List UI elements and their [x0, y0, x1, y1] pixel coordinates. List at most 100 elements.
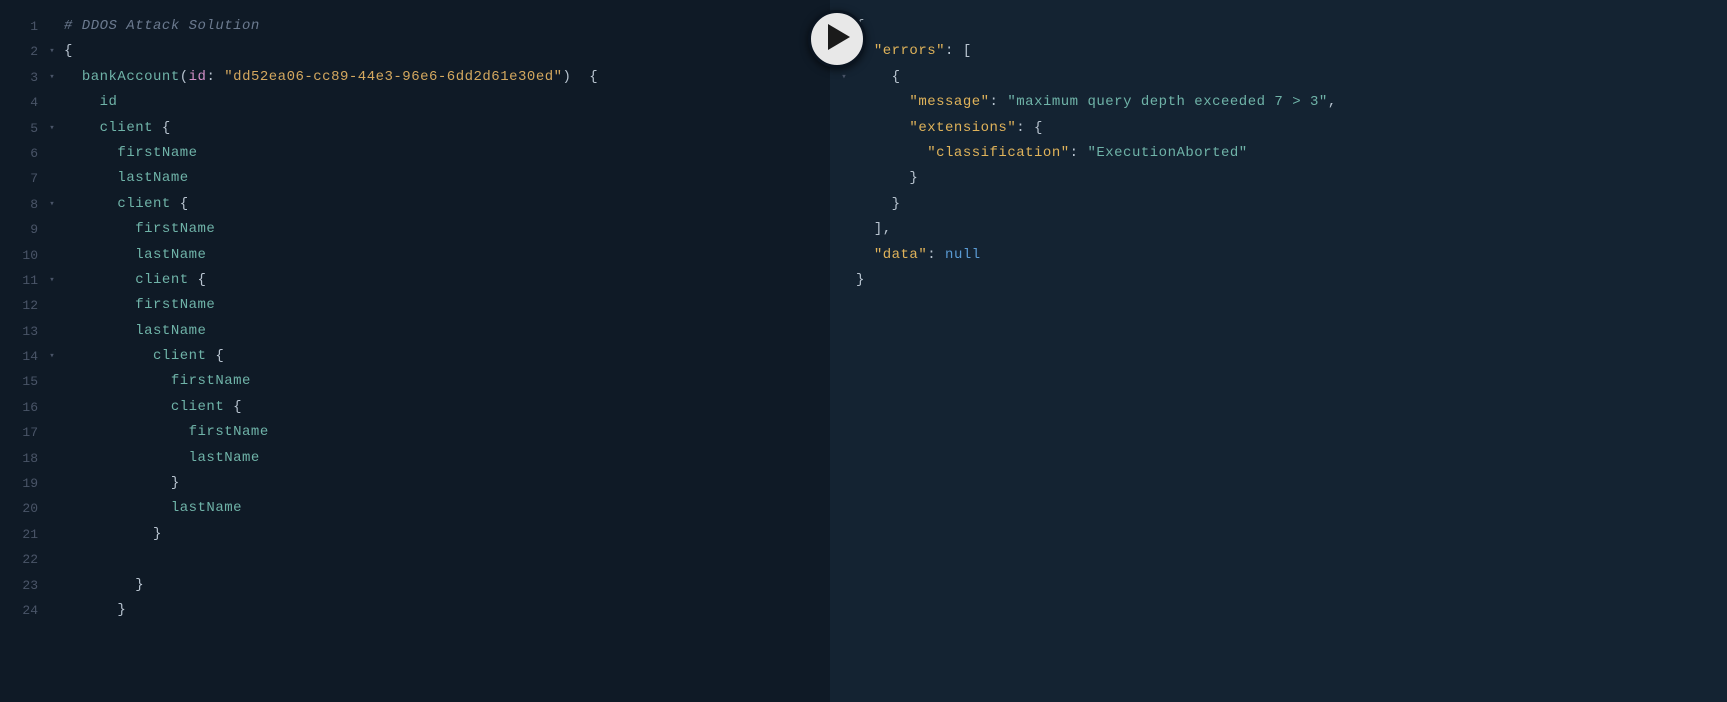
line-number: 4	[0, 90, 44, 115]
line-number: 16	[0, 395, 44, 420]
line-number: 11	[0, 268, 44, 293]
code-line[interactable]: {	[64, 39, 830, 64]
code-line[interactable]: id	[64, 90, 830, 115]
fold-toggle-icon	[44, 573, 60, 598]
fold-toggle-icon	[44, 166, 60, 191]
fold-toggle-icon	[836, 243, 852, 268]
fold-toggle-icon	[44, 446, 60, 471]
line-number: 5	[0, 116, 44, 141]
line-number: 7	[0, 166, 44, 191]
line-number: 8	[0, 192, 44, 217]
fold-toggle-icon	[836, 217, 852, 242]
code-line[interactable]: firstName	[64, 369, 830, 394]
fold-gutter[interactable]: ▾▾▾▾▾▾	[44, 0, 60, 702]
line-number: 18	[0, 446, 44, 471]
fold-toggle-icon	[44, 90, 60, 115]
line-number: 17	[0, 420, 44, 445]
line-number-gutter: 123456789101112131415161718192021222324	[0, 0, 44, 702]
line-number: 20	[0, 496, 44, 521]
code-line[interactable]	[64, 547, 830, 572]
execute-query-button[interactable]	[808, 10, 866, 68]
code-line[interactable]: lastName	[64, 243, 830, 268]
line-number: 6	[0, 141, 44, 166]
fold-toggle-icon[interactable]: ▾	[44, 192, 60, 217]
fold-toggle-icon	[44, 471, 60, 496]
fold-toggle-icon	[836, 141, 852, 166]
code-line[interactable]: lastName	[64, 319, 830, 344]
code-line[interactable]: lastName	[64, 166, 830, 191]
code-line[interactable]: client {	[64, 395, 830, 420]
fold-toggle-icon	[44, 496, 60, 521]
code-line[interactable]: lastName	[64, 496, 830, 521]
code-line[interactable]: client {	[64, 344, 830, 369]
fold-toggle-icon	[44, 598, 60, 623]
code-line[interactable]: "errors": [	[856, 39, 1727, 64]
code-line[interactable]: client {	[64, 192, 830, 217]
line-number: 13	[0, 319, 44, 344]
code-line[interactable]: client {	[64, 268, 830, 293]
line-number: 21	[0, 522, 44, 547]
code-line[interactable]: lastName	[64, 446, 830, 471]
response-code-area: { "errors": [ { "message": "maximum quer…	[852, 0, 1727, 702]
line-number: 12	[0, 293, 44, 318]
line-number: 15	[0, 369, 44, 394]
fold-toggle-icon	[44, 547, 60, 572]
code-line[interactable]: }	[64, 598, 830, 623]
code-line[interactable]: "message": "maximum query depth exceeded…	[856, 90, 1727, 115]
code-line[interactable]: }	[856, 166, 1727, 191]
code-line[interactable]: "extensions": {	[856, 116, 1727, 141]
fold-toggle-icon	[44, 243, 60, 268]
fold-toggle-icon[interactable]: ▾	[836, 65, 852, 90]
code-line[interactable]: ],	[856, 217, 1727, 242]
line-number: 9	[0, 217, 44, 242]
code-line[interactable]: }	[64, 573, 830, 598]
line-number: 19	[0, 471, 44, 496]
code-line[interactable]: "classification": "ExecutionAborted"	[856, 141, 1727, 166]
line-number: 22	[0, 547, 44, 572]
fold-toggle-icon	[44, 293, 60, 318]
code-line[interactable]: bankAccount(id: "dd52ea06-cc89-44e3-96e6…	[64, 65, 830, 90]
fold-toggle-icon	[836, 268, 852, 293]
fold-toggle-icon	[44, 522, 60, 547]
play-icon	[824, 24, 850, 55]
code-line[interactable]: firstName	[64, 293, 830, 318]
code-line[interactable]: {	[856, 65, 1727, 90]
fold-toggle-icon[interactable]: ▾	[44, 268, 60, 293]
code-line[interactable]: firstName	[64, 420, 830, 445]
code-line[interactable]: }	[856, 268, 1727, 293]
line-number: 1	[0, 14, 44, 39]
query-code-area[interactable]: # DDOS Attack Solution{ bankAccount(id: …	[60, 0, 830, 702]
code-line[interactable]: }	[64, 471, 830, 496]
fold-toggle-icon	[44, 217, 60, 242]
line-number: 24	[0, 598, 44, 623]
fold-toggle-icon	[44, 141, 60, 166]
fold-toggle-icon	[836, 90, 852, 115]
code-line[interactable]: {	[856, 14, 1727, 39]
fold-toggle-icon[interactable]: ▾	[44, 65, 60, 90]
code-line[interactable]: firstName	[64, 141, 830, 166]
fold-toggle-icon	[44, 420, 60, 445]
code-line[interactable]: client {	[64, 116, 830, 141]
fold-gutter[interactable]: ▾▾▾	[830, 0, 852, 702]
code-line[interactable]: }	[856, 192, 1727, 217]
fold-toggle-icon[interactable]: ▾	[44, 344, 60, 369]
code-line[interactable]: # DDOS Attack Solution	[64, 14, 830, 39]
fold-toggle-icon[interactable]: ▾	[44, 116, 60, 141]
code-line[interactable]: "data": null	[856, 243, 1727, 268]
code-line[interactable]: firstName	[64, 217, 830, 242]
line-number: 14	[0, 344, 44, 369]
fold-toggle-icon[interactable]: ▾	[44, 39, 60, 64]
response-pane: ▾▾▾ { "errors": [ { "message": "maximum …	[830, 0, 1727, 702]
fold-toggle-icon	[44, 14, 60, 39]
fold-toggle-icon	[836, 192, 852, 217]
line-number: 23	[0, 573, 44, 598]
fold-toggle-icon	[836, 116, 852, 141]
fold-toggle-icon	[44, 319, 60, 344]
line-number: 10	[0, 243, 44, 268]
fold-toggle-icon	[44, 395, 60, 420]
query-editor-pane[interactable]: 123456789101112131415161718192021222324 …	[0, 0, 830, 702]
line-number: 2	[0, 39, 44, 64]
code-line[interactable]: }	[64, 522, 830, 547]
line-number: 3	[0, 65, 44, 90]
fold-toggle-icon	[836, 166, 852, 191]
